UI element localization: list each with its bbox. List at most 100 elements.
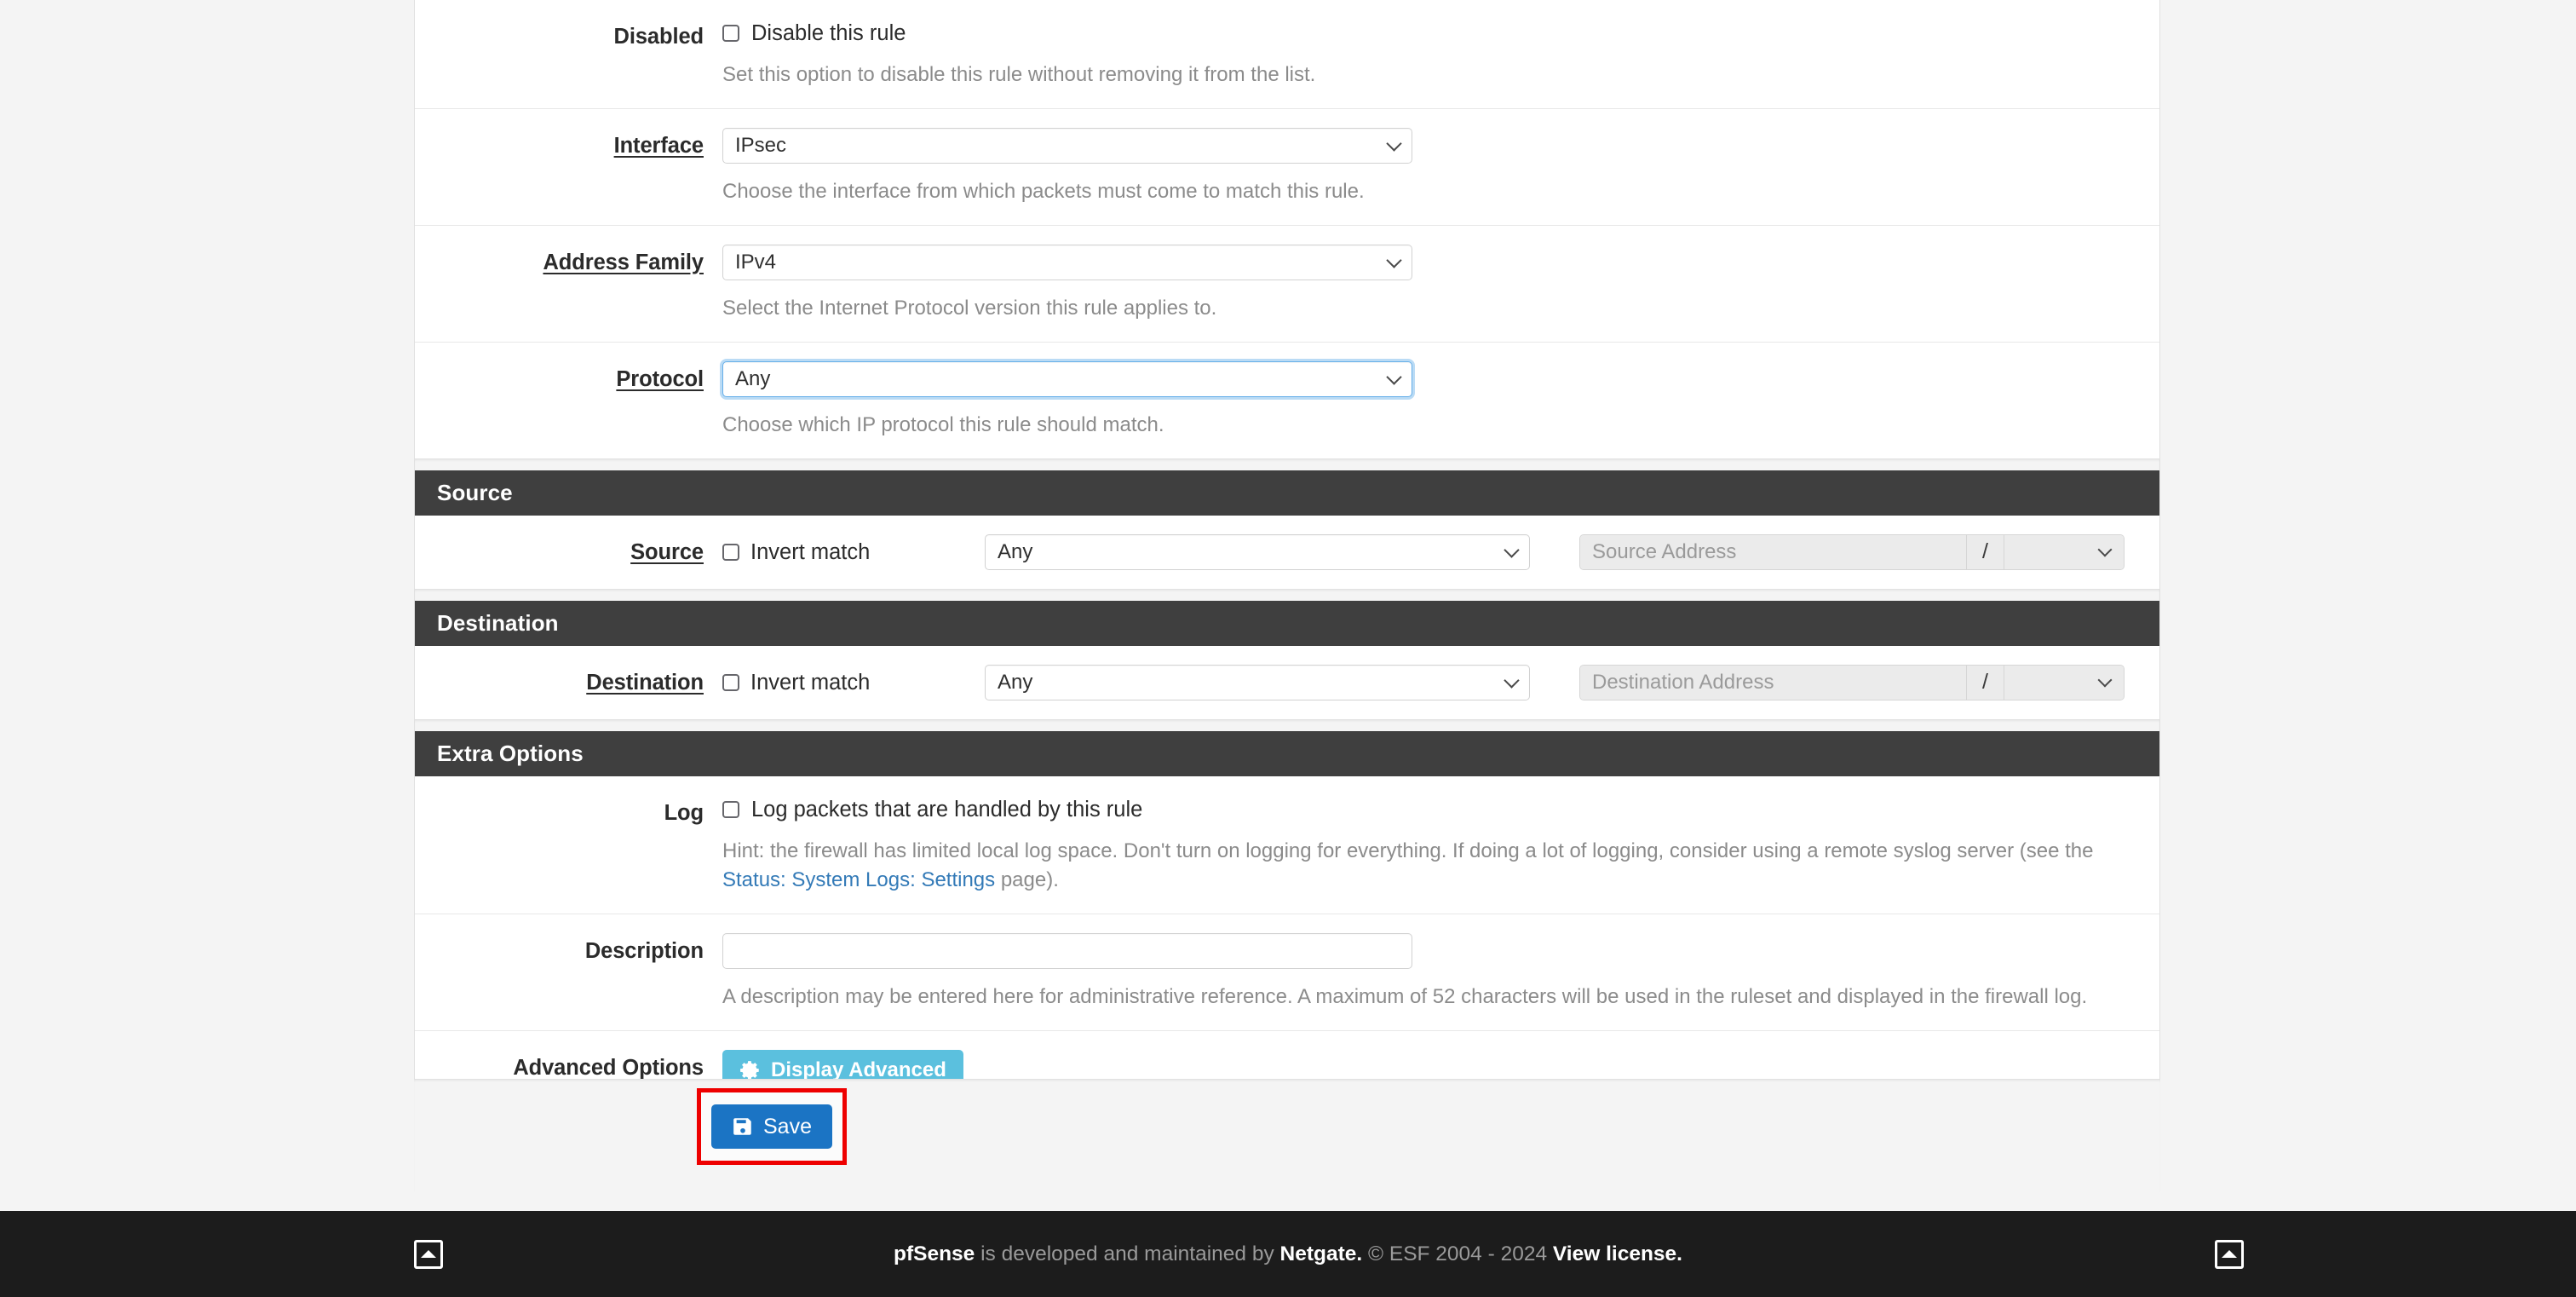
log-help-text: Hint: the firewall has limited local log… (722, 837, 2125, 895)
scroll-to-top-icon-left[interactable] (414, 1239, 443, 1269)
save-icon (732, 1115, 754, 1138)
footer-company: Netgate. (1279, 1242, 1363, 1265)
section-header-extra-options: Extra Options (415, 730, 2159, 776)
destination-controls: Invert match Any Destination Address / (722, 664, 2125, 700)
form-row-address-family: Address Family IPv4 Select the Internet … (415, 225, 2159, 343)
footer-copyright: © ESF 2004 - 2024 (1362, 1242, 1553, 1265)
chevron-down-icon (1504, 672, 1520, 689)
form-row-source: Source Invert match Any Source Address / (415, 515, 2159, 589)
save-button[interactable]: Save (711, 1104, 832, 1149)
source-invert-match-checkbox[interactable] (722, 543, 739, 561)
protocol-select[interactable]: Any (722, 360, 1412, 397)
destination-type-select-value: Any (998, 670, 1033, 694)
destination-cidr-select[interactable] (2004, 665, 2124, 700)
destination-invert-match-line[interactable]: Invert match (722, 670, 985, 696)
label-description: Description (584, 938, 704, 963)
save-button-label: Save (763, 1114, 812, 1138)
form-row-log: Log Log packets that are handled by this… (415, 775, 2159, 914)
disable-rule-checkbox[interactable] (722, 25, 739, 43)
save-button-highlight-box: Save (697, 1088, 847, 1165)
field-disabled: Disable this rule Set this option to dis… (722, 19, 2159, 89)
log-packets-checkbox[interactable] (722, 801, 739, 819)
source-address-group: Source Address / (1579, 533, 2125, 570)
caret-up-icon (421, 1250, 436, 1258)
destination-address-input[interactable]: Destination Address (1580, 665, 1967, 700)
interface-select-value: IPsec (735, 133, 787, 157)
label-advanced-options: Advanced Options (513, 1055, 704, 1080)
system-logs-settings-link[interactable]: Status: System Logs: Settings (722, 868, 995, 891)
destination-type-select[interactable]: Any (985, 664, 1530, 700)
disable-rule-checkbox-line[interactable]: Disable this rule (722, 19, 2125, 47)
save-button-bar (414, 1079, 2160, 1191)
source-invert-match-label: Invert match (750, 539, 871, 564)
protocol-help-text: Choose which IP protocol this rule shoul… (722, 412, 1164, 436)
gear-icon (739, 1059, 762, 1081)
label-interface: Interface (613, 133, 704, 158)
display-advanced-button-label: Display Advanced (771, 1058, 946, 1081)
form-row-disabled: Disabled Disable this rule Set this opti… (415, 0, 2159, 109)
section-header-destination: Destination (415, 600, 2159, 646)
section-divider (415, 718, 2159, 731)
field-interface: IPsec Choose the interface from which pa… (722, 127, 2159, 206)
form-row-destination: Destination Invert match Any Destination… (415, 645, 2159, 719)
description-input[interactable] (722, 932, 1412, 969)
label-address-family: Address Family (543, 250, 704, 274)
source-type-select[interactable]: Any (985, 533, 1530, 570)
section-divider (415, 588, 2159, 601)
destination-address-group: Destination Address / (1579, 664, 2125, 700)
page-footer: pfSense is developed and maintained by N… (0, 1211, 2576, 1297)
label-disabled: Disabled (613, 25, 704, 49)
destination-invert-match-label: Invert match (750, 670, 871, 695)
source-address-input[interactable]: Source Address (1580, 534, 1967, 569)
source-cidr-select[interactable] (2004, 534, 2124, 569)
view-license-link[interactable]: View license. (1553, 1242, 1682, 1265)
field-source: Invert match Any Source Address / (722, 533, 2159, 570)
log-help-part2: page). (995, 868, 1059, 891)
source-controls: Invert match Any Source Address / (722, 533, 2125, 570)
source-invert-match-line[interactable]: Invert match (722, 539, 985, 566)
rule-edit-form-panel: Disabled Disable this rule Set this opti… (414, 0, 2160, 1110)
interface-help-text: Choose the interface from which packets … (722, 179, 1365, 203)
chevron-down-icon (1386, 135, 1402, 152)
log-packets-checkbox-label: Log packets that are handled by this rul… (751, 797, 1143, 821)
log-help-part1: Hint: the firewall has limited local log… (722, 839, 2094, 862)
field-protocol: Any Choose which IP protocol this rule s… (722, 360, 2159, 440)
form-row-protocol: Protocol Any Choose which IP protocol th… (415, 342, 2159, 458)
description-help-text: A description may be entered here for ad… (722, 984, 2088, 1008)
disable-rule-checkbox-label: Disable this rule (751, 21, 906, 45)
footer-mid-text: is developed and maintained by (975, 1242, 1280, 1265)
source-type-select-value: Any (998, 539, 1033, 563)
address-family-select-value: IPv4 (735, 250, 777, 274)
scroll-to-top-icon-right[interactable] (2215, 1239, 2244, 1269)
label-destination: Destination (586, 670, 704, 695)
section-header-source: Source (415, 470, 2159, 516)
log-packets-checkbox-line[interactable]: Log packets that are handled by this rul… (722, 795, 2125, 823)
footer-brand: pfSense (893, 1242, 975, 1265)
section-divider (415, 458, 2159, 470)
destination-address-slash: / (1967, 665, 2004, 700)
interface-select[interactable]: IPsec (722, 127, 1412, 164)
caret-up-icon (2222, 1250, 2237, 1258)
destination-invert-match-checkbox[interactable] (722, 673, 739, 691)
field-description: A description may be entered here for ad… (722, 932, 2159, 1012)
chevron-down-icon (1504, 542, 1520, 558)
field-log: Log packets that are handled by this rul… (722, 795, 2159, 895)
form-row-interface: Interface IPsec Choose the interface fro… (415, 108, 2159, 226)
address-family-help-text: Select the Internet Protocol version thi… (722, 296, 1217, 320)
field-destination: Invert match Any Destination Address / (722, 664, 2159, 700)
chevron-down-icon (1386, 252, 1402, 268)
address-family-select[interactable]: IPv4 (722, 244, 1412, 280)
protocol-select-value: Any (735, 366, 771, 390)
footer-credit-text: pfSense is developed and maintained by N… (894, 1242, 1682, 1266)
chevron-down-icon (2097, 542, 2113, 557)
label-log: Log (664, 800, 704, 825)
pfsense-firewall-rule-edit-page: Disabled Disable this rule Set this opti… (0, 0, 2576, 1297)
label-protocol: Protocol (616, 366, 704, 391)
field-address-family: IPv4 Select the Internet Protocol versio… (722, 244, 2159, 323)
chevron-down-icon (2097, 672, 2113, 688)
label-source: Source (630, 539, 704, 564)
source-address-slash: / (1967, 534, 2004, 569)
form-row-description: Description A description may be entered… (415, 914, 2159, 1031)
chevron-down-icon (1386, 369, 1402, 385)
disabled-help-text: Set this option to disable this rule wit… (722, 62, 1316, 86)
